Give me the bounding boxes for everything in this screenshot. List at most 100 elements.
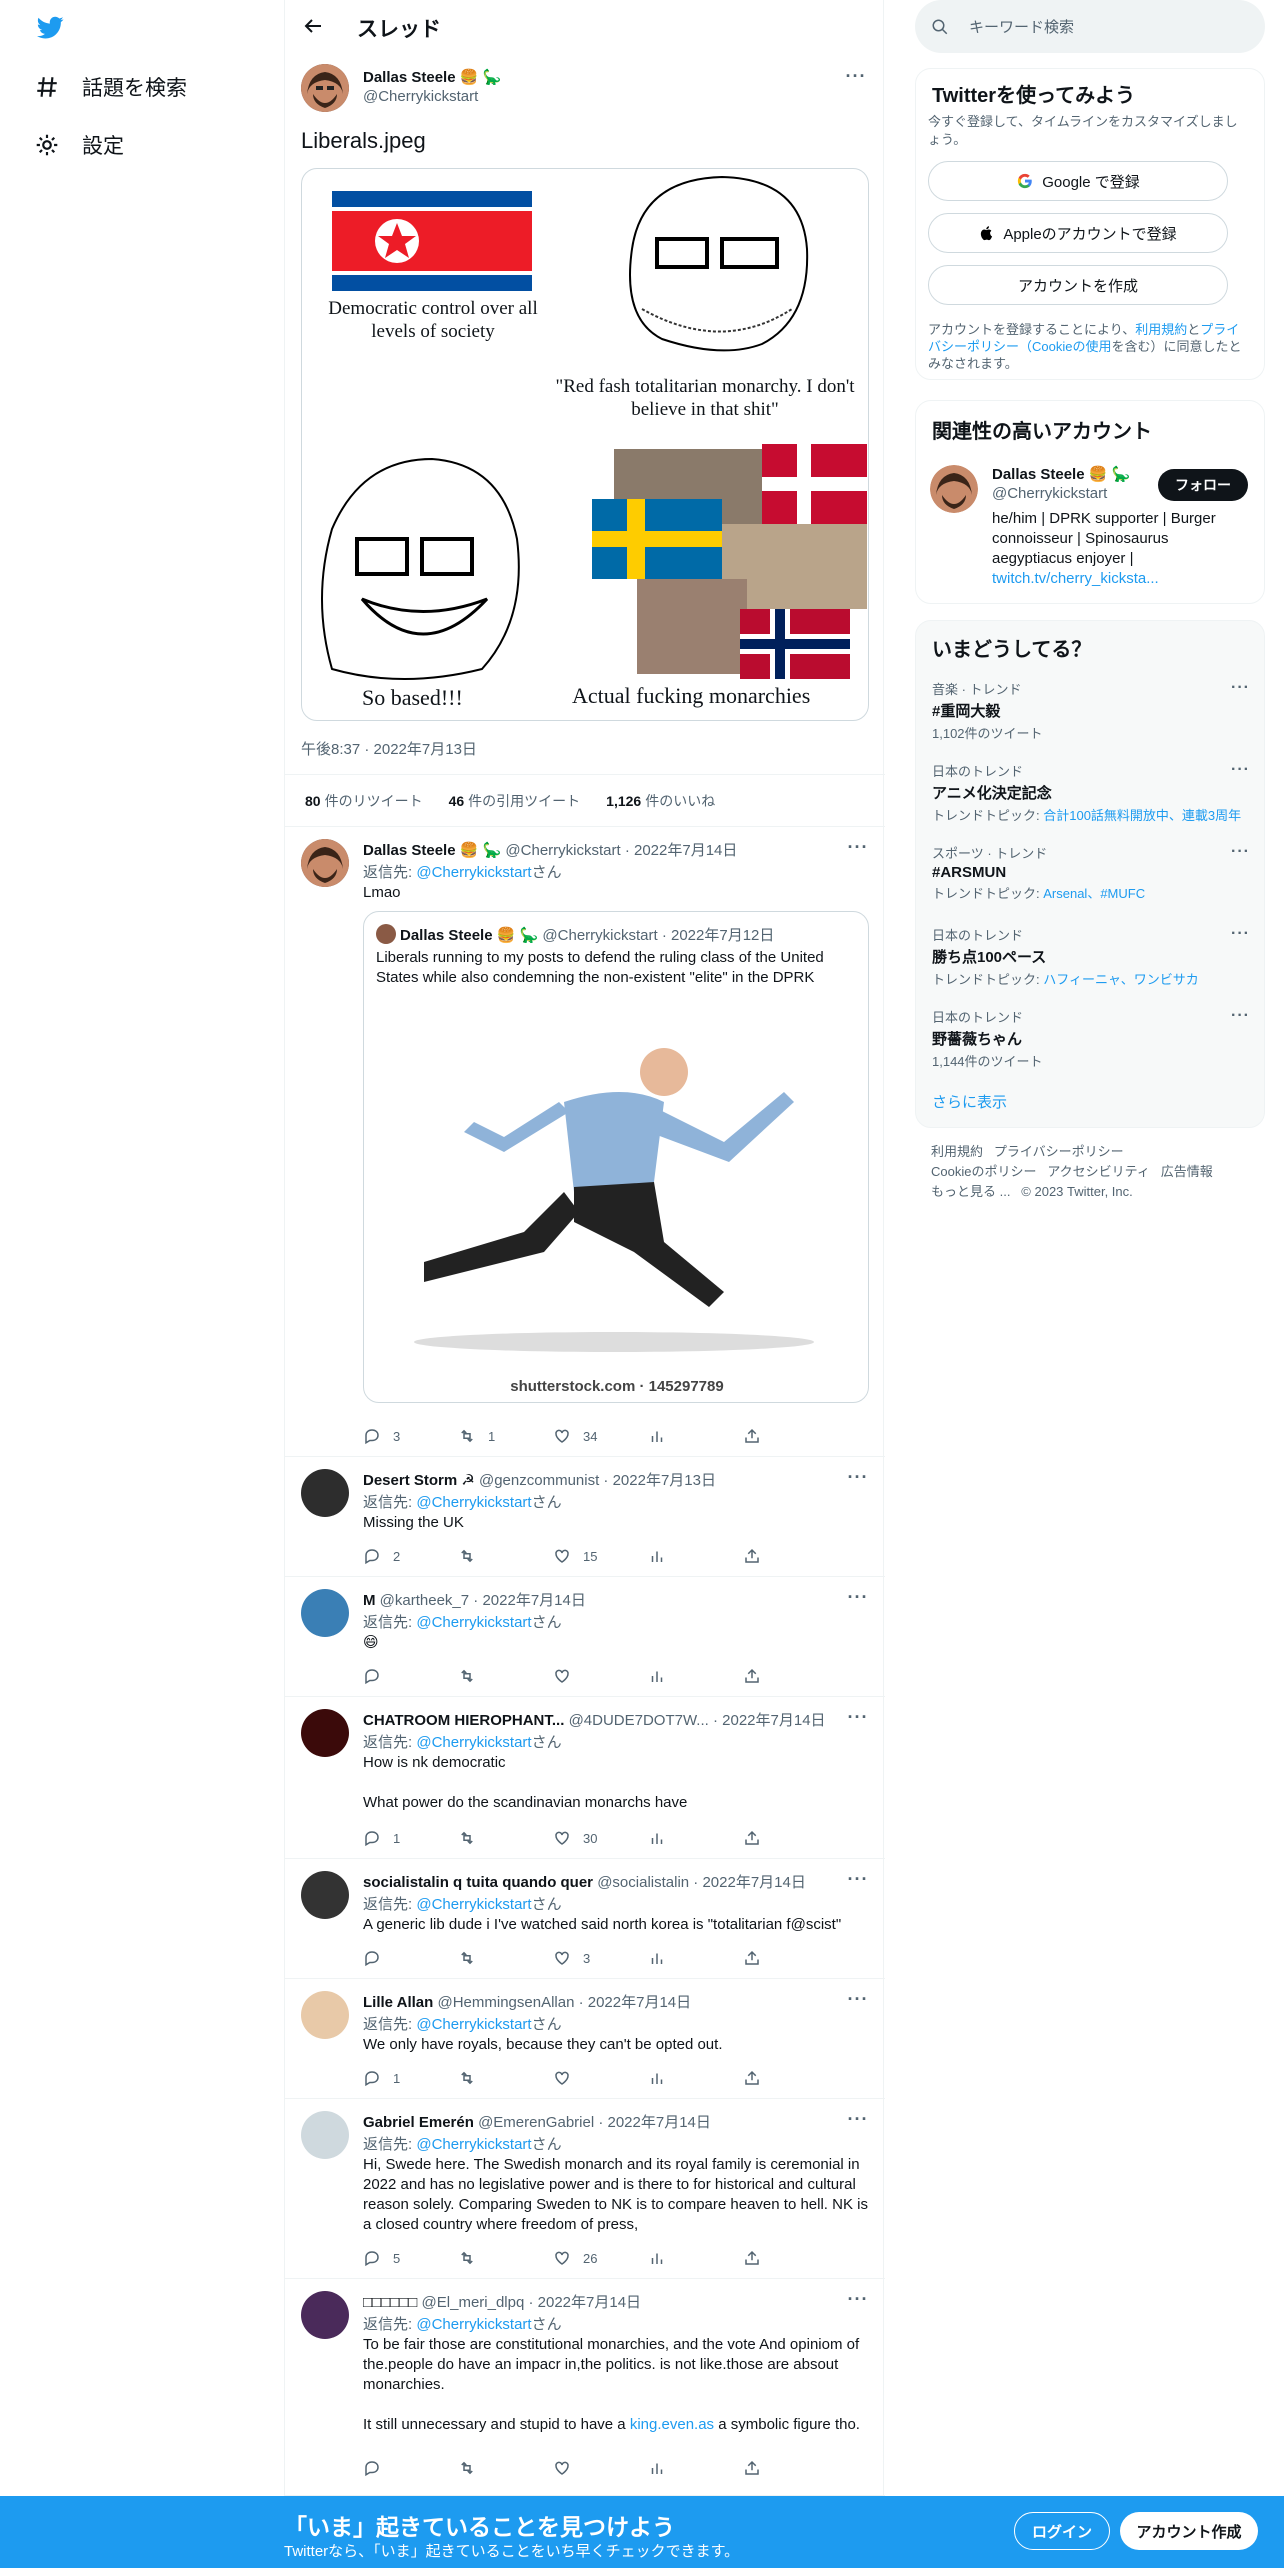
like-button[interactable]: 15 — [553, 1547, 603, 1565]
nav-explore[interactable]: 話題を検索 — [34, 72, 187, 102]
reply-button[interactable]: 3 — [363, 1427, 413, 1445]
like-button[interactable]: 26 — [553, 2249, 603, 2267]
retweet-button[interactable] — [458, 2249, 508, 2267]
retweet-button[interactable] — [458, 2459, 508, 2477]
reply-to-handle[interactable]: @Cherrykickstart — [416, 2136, 531, 2153]
avatar[interactable] — [301, 2111, 349, 2159]
share-button[interactable] — [743, 1547, 793, 1565]
share-button[interactable] — [743, 1667, 793, 1685]
reply-inline-link[interactable]: king.even.as — [630, 2416, 714, 2433]
reply-meta[interactable]: @EmerenGabriel · 2022年7月14日 — [478, 2114, 711, 2131]
quote-tweet[interactable]: Dallas Steele 🍔 🦕 @Cherrykickstart · 202… — [363, 911, 869, 1403]
related-avatar[interactable] — [930, 465, 978, 513]
share-button[interactable] — [743, 2249, 793, 2267]
views-button[interactable] — [648, 1667, 698, 1685]
avatar[interactable] — [301, 64, 349, 112]
reply-author-name[interactable]: Desert Storm ☭ — [363, 1472, 475, 1489]
login-button[interactable]: ログイン — [1014, 2512, 1110, 2550]
share-button[interactable] — [743, 2069, 793, 2087]
reply-tweet[interactable]: socialistalin q tuita quando quer @socia… — [285, 1859, 885, 1979]
retweets-stat[interactable]: 80 件のリツイート — [305, 791, 423, 811]
more-options-icon[interactable]: ··· — [847, 2290, 869, 2315]
more-options-icon[interactable]: ··· — [1231, 761, 1250, 779]
author-handle[interactable]: @Cherrykickstart — [363, 88, 478, 105]
likes-stat[interactable]: 1,126 件のいいね — [606, 791, 715, 811]
views-button[interactable] — [648, 2069, 698, 2087]
tweet-timestamp[interactable]: 午後8:37 · 2022年7月13日 — [301, 738, 477, 759]
related-bio-link[interactable]: twitch.tv/cherry_kicksta... — [992, 570, 1159, 587]
avatar[interactable] — [301, 1871, 349, 1919]
views-button[interactable] — [648, 1829, 698, 1847]
reply-button[interactable]: 2 — [363, 1547, 413, 1565]
reply-author-name[interactable]: socialistalin q tuita quando quer — [363, 1874, 593, 1891]
more-options-icon[interactable]: ··· — [847, 1708, 869, 1733]
like-button[interactable] — [553, 2459, 603, 2477]
reply-tweet[interactable]: CHATROOM HIEROPHANT... @4DUDE7DOT7W... ·… — [285, 1697, 885, 1859]
views-button[interactable] — [648, 2249, 698, 2267]
more-options-icon[interactable]: ··· — [847, 1870, 869, 1895]
reply-to-handle[interactable]: @Cherrykickstart — [416, 1734, 531, 1751]
reply-author-name[interactable]: CHATROOM HIEROPHANT... — [363, 1712, 564, 1729]
like-button[interactable] — [553, 2069, 603, 2087]
retweet-button[interactable]: 1 — [458, 1427, 508, 1445]
reply-tweet[interactable]: Lille Allan @HemmingsenAllan · 2022年7月14… — [285, 1979, 885, 2099]
trend-item[interactable]: 音楽 · トレンド #重岡大毅 1,102件のツイート ··· — [932, 679, 1250, 742]
reply-to-handle[interactable]: @Cherrykickstart — [416, 2316, 531, 2333]
related-handle[interactable]: @Cherrykickstart — [992, 485, 1107, 502]
reply-meta[interactable]: @4DUDE7DOT7W... · 2022年7月14日 — [569, 1712, 826, 1729]
create-account-button[interactable]: アカウントを作成 — [928, 265, 1228, 305]
reply-meta[interactable]: @Cherrykickstart · 2022年7月14日 — [505, 842, 737, 859]
cookie-link[interactable]: （Cookieの使用 — [1019, 339, 1111, 354]
follow-button[interactable]: フォロー — [1158, 469, 1248, 501]
reply-author-name[interactable]: Lille Allan — [363, 1994, 433, 2011]
views-button[interactable] — [648, 1547, 698, 1565]
more-options-icon[interactable]: ··· — [847, 2110, 869, 2135]
apple-signup-button[interactable]: Appleのアカウントで登録 — [928, 213, 1228, 253]
footer-terms[interactable]: 利用規約 — [931, 1144, 983, 1159]
show-more-link[interactable]: さらに表示 — [932, 1091, 1007, 1112]
footer-ads[interactable]: 広告情報 — [1161, 1164, 1213, 1179]
search-box[interactable]: キーワード検索 — [915, 0, 1265, 53]
more-options-icon[interactable]: ··· — [845, 67, 867, 92]
quotes-stat[interactable]: 46 件の引用ツイート — [449, 791, 581, 811]
more-options-icon[interactable]: ··· — [1231, 843, 1250, 861]
google-signup-button[interactable]: Google で登録 — [928, 161, 1228, 201]
author-name[interactable]: Dallas Steele 🍔 🦕 — [363, 68, 501, 86]
more-options-icon[interactable]: ··· — [847, 1990, 869, 2015]
reply-to-handle[interactable]: @Cherrykickstart — [416, 1494, 531, 1511]
reply-to-handle[interactable]: @Cherrykickstart — [416, 2016, 531, 2033]
tweet-image[interactable]: Democratic control over all levels of so… — [301, 168, 869, 721]
footer-accessibility[interactable]: アクセシビリティ — [1047, 1164, 1150, 1179]
reply-to-handle[interactable]: @Cherrykickstart — [416, 1614, 531, 1631]
share-button[interactable] — [743, 2459, 793, 2477]
reply-button[interactable] — [363, 2459, 413, 2477]
like-button[interactable]: 3 — [553, 1949, 603, 1967]
avatar[interactable] — [301, 2291, 349, 2339]
reply-author-name[interactable]: □□□□□□ — [363, 2294, 417, 2311]
reply-tweet[interactable]: M @kartheek_7 · 2022年7月14日 ··· 返信先: @Cherr… — [285, 1577, 885, 1697]
trend-item[interactable]: 日本のトレンド 勝ち点100ペース トレンドトピック: ハフィーニャ、ワンビサカ ··… — [932, 925, 1250, 988]
more-options-icon[interactable]: ··· — [1231, 1007, 1250, 1025]
retweet-button[interactable] — [458, 1547, 508, 1565]
terms-link[interactable]: 利用規約 — [1135, 322, 1187, 337]
views-button[interactable] — [648, 1427, 698, 1445]
reply-button[interactable] — [363, 1949, 413, 1967]
reply-button[interactable]: 1 — [363, 2069, 413, 2087]
more-options-icon[interactable]: ··· — [1231, 679, 1250, 697]
reply-button[interactable] — [363, 1667, 413, 1685]
reply-tweet[interactable]: □□□□□□ @El_meri_dlpq · 2022年7月14日 ··· 返信先:… — [285, 2279, 885, 2496]
avatar[interactable] — [301, 1991, 349, 2039]
reply-button[interactable]: 5 — [363, 2249, 413, 2267]
reply-meta[interactable]: @genzcommunist · 2022年7月13日 — [479, 1472, 716, 1489]
footer-privacy[interactable]: プライバシーポリシー — [994, 1144, 1124, 1159]
trend-sub-links[interactable]: ハフィーニャ、ワンビサカ — [1043, 972, 1198, 987]
like-button[interactable] — [553, 1667, 603, 1685]
more-options-icon[interactable]: ··· — [847, 1588, 869, 1613]
avatar[interactable] — [301, 1469, 349, 1517]
related-name[interactable]: Dallas Steele 🍔 🦕 — [992, 465, 1130, 483]
share-button[interactable] — [743, 1427, 793, 1445]
footer-cookie[interactable]: Cookieのポリシー — [931, 1164, 1036, 1179]
nav-settings[interactable]: 設定 — [34, 130, 124, 160]
back-arrow-icon[interactable] — [301, 14, 325, 38]
reply-meta[interactable]: @HemmingsenAllan · 2022年7月14日 — [437, 1994, 691, 2011]
